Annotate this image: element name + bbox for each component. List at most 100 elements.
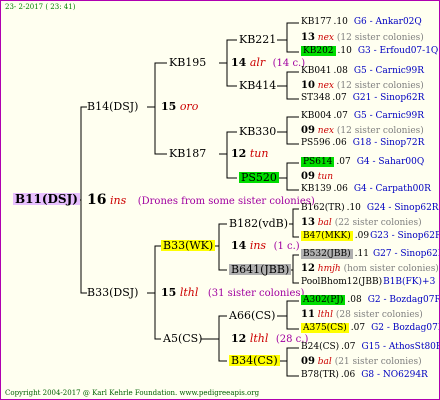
leaf-name: KB202 [301, 46, 336, 56]
leaf-colonies: (hom sister colonies) [343, 264, 439, 274]
leaf-year: .07 [333, 111, 348, 121]
leaf-a375-cs[interactable]: A375(CS) .07 G2 - Bozdag07R [301, 323, 440, 333]
pedigree-frame: 23- 2-2017 ( 23: 41) B11(DSJ) 16 ins (Dr… [0, 0, 440, 400]
leaf-ref: G2 - Bozdag07R [367, 295, 440, 305]
b33-dsj-queen[interactable]: B33(DSJ) [87, 287, 138, 298]
leaf-ref: G2 - Bozdag07R [371, 323, 440, 333]
leaf-queen: nex [317, 126, 334, 136]
kb330-queen[interactable]: KB330 [239, 126, 276, 137]
leaf-colonies: (28 sister colonies) [335, 310, 423, 320]
leaf-year: .06 [340, 370, 356, 380]
leaf-ref: G5 - Carnic99R [353, 111, 425, 121]
a66-cs-queen[interactable]: A66(CS) [229, 310, 275, 321]
kb195-generation: 14 alr (14 c.) [231, 57, 305, 69]
leaf-ref: G27 - Sinop62R [372, 249, 440, 259]
kb195-gen-queen: alr [249, 56, 266, 69]
leaf-name: B78(TR) [301, 370, 339, 380]
leaf-st348[interactable]: ST348.07 G21 - Sinop62R [301, 94, 424, 103]
leaf-b162-tr[interactable]: B162(TR) .10 G24 - Sinop62R [301, 204, 439, 213]
leaf-ref: G6 - Ankar02Q [353, 17, 422, 27]
leaf-year: .07 [332, 93, 347, 103]
b33wk-sisters: (1 c.) [273, 241, 300, 252]
b33-wk-queen[interactable]: B33(WK) [161, 240, 216, 251]
leaf-num: 12 [301, 263, 315, 274]
leaf-ref: G24 - Sinop62R [366, 203, 439, 213]
leaf-ref: G21 - Sinop62R [352, 93, 425, 103]
ps520-queen[interactable]: PS520 [239, 172, 279, 183]
leaf-gen-13-bal: 13 bal (22 sister colonies) [301, 218, 422, 228]
b33-sisters: (31 sister colonies) [207, 288, 305, 299]
root-gen-queen: ins [109, 194, 127, 207]
kb195-queen[interactable]: KB195 [169, 57, 206, 68]
leaf-ref: G23 - Sinop62R [370, 231, 440, 241]
leaf-gen-09-nex: 09 nex (12 sister colonies) [301, 126, 424, 136]
leaf-queen: nex [317, 33, 334, 43]
leaf-colonies: (12 sister colonies) [336, 126, 424, 136]
b182-vdb-queen[interactable]: B182(vdB) [229, 218, 288, 229]
leaf-b47-mkk[interactable]: B47(MKK) .09G23 - Sinop62R [301, 231, 440, 241]
leaf-b78-tr[interactable]: B78(TR) .06 G8 - NO6294R [301, 371, 428, 380]
leaf-num: 09 [301, 356, 315, 367]
leaf-gen-09-tun: 09 tun [301, 172, 333, 182]
kb187-generation: 12 tun [231, 148, 268, 159]
leaf-ref: G5 - Carnic99R [353, 66, 425, 76]
b641-jbb-queen[interactable]: B641(JBB) [229, 264, 292, 275]
leaf-ref: G15 - AthosSt80R [361, 342, 440, 352]
kb187-queen[interactable]: KB187 [169, 148, 206, 159]
leaf-kb041[interactable]: KB041.08 G5 - Carnic99R [301, 67, 424, 76]
b14-gen-number: 15 [161, 100, 177, 113]
leaf-year: .10 [337, 46, 352, 56]
a5-cs-queen[interactable]: A5(CS) [163, 333, 202, 344]
leaf-gen-11-lthl: 11 lthl (28 sister colonies) [301, 310, 423, 320]
leaf-b24-cs[interactable]: B24(CS) .07 G15 - AthosSt80R [301, 342, 440, 352]
leaf-name: PS596 [301, 138, 331, 148]
leaf-year: .10 [346, 203, 361, 213]
leaf-name: B47(MKK) [301, 231, 353, 241]
leaf-name: KB004 [301, 111, 332, 121]
leaf-name: PS614 [301, 157, 335, 167]
leaf-kb139[interactable]: KB139.06 G4 - Carpath00R [301, 185, 431, 194]
leaf-queen: bal [317, 357, 332, 367]
leaf-kb004[interactable]: KB004.07 G5 - Carnic99R [301, 112, 424, 121]
kb187-gen-number: 12 [231, 147, 247, 160]
leaf-gen-13-nex: 13 nex (12 sister colonies) [301, 33, 424, 43]
leaf-kb177[interactable]: KB177.10 G6 - Ankar02Q [301, 18, 422, 27]
leaf-name: A302(PJ) [301, 295, 346, 305]
leaf-gen-10-nex: 10 nex (12 sister colonies) [301, 81, 424, 91]
leaf-kb202[interactable]: KB202.10 G3 - Erfoud07-1Q [301, 46, 438, 56]
leaf-year: .07 [336, 157, 351, 167]
leaf-ref: B1B(FK)+3 [383, 277, 436, 287]
leaf-name: PoolBhom12(JBB) [301, 277, 383, 287]
b14-generation: 15 oro [161, 101, 198, 112]
leaf-queen: nex [317, 81, 334, 91]
kb414-queen[interactable]: KB414 [239, 80, 276, 91]
leaf-ref: G18 - Sinop72R [352, 138, 425, 148]
kb221-queen[interactable]: KB221 [239, 34, 276, 45]
leaf-b532-jbb[interactable]: B532(JBB) .11 G27 - Sinop62R [301, 249, 440, 259]
leaf-queen: bal [317, 218, 332, 228]
leaf-a302-pj[interactable]: A302(PJ) .08 G2 - Bozdag07R [301, 295, 440, 305]
leaf-poolbhom12[interactable]: PoolBhom12(JBB)B1B(FK)+3 [301, 278, 435, 287]
b14-dsj-queen[interactable]: B14(DSJ) [87, 101, 138, 112]
leaf-name: A375(CS) [301, 323, 349, 333]
leaf-colonies: (22 sister colonies) [334, 218, 422, 228]
a5-gen-number: 12 [231, 332, 247, 345]
leaf-ps614[interactable]: PS614.07 G4 - Sahar00Q [301, 157, 424, 167]
leaf-num: 09 [301, 171, 315, 182]
b34-cs-queen[interactable]: B34(CS) [229, 355, 280, 366]
leaf-year: .08 [347, 295, 362, 305]
root-generation: 16 ins (Drones from some sister colonies… [87, 193, 315, 207]
b33-gen-queen: lthl [179, 286, 199, 299]
leaf-ref: G4 - Carpath00R [353, 184, 431, 194]
leaf-ps596[interactable]: PS596.06 G18 - Sinop72R [301, 139, 424, 148]
leaf-year: .08 [333, 66, 348, 76]
leaf-year: .07 [341, 342, 356, 352]
copyright-link[interactable]: Copyright 2004-2017 @ Karl Kehrle Founda… [5, 390, 259, 397]
leaf-year: .10 [333, 17, 348, 27]
root-gen-number: 16 [87, 192, 107, 208]
leaf-name: KB177 [301, 17, 332, 27]
kb187-gen-queen: tun [249, 147, 269, 160]
root-queen[interactable]: B11(DSJ) [13, 193, 80, 205]
leaf-gen-12-hmjh: 12 hmjh (hom sister colonies) [301, 264, 439, 274]
leaf-num: 09 [301, 125, 315, 136]
